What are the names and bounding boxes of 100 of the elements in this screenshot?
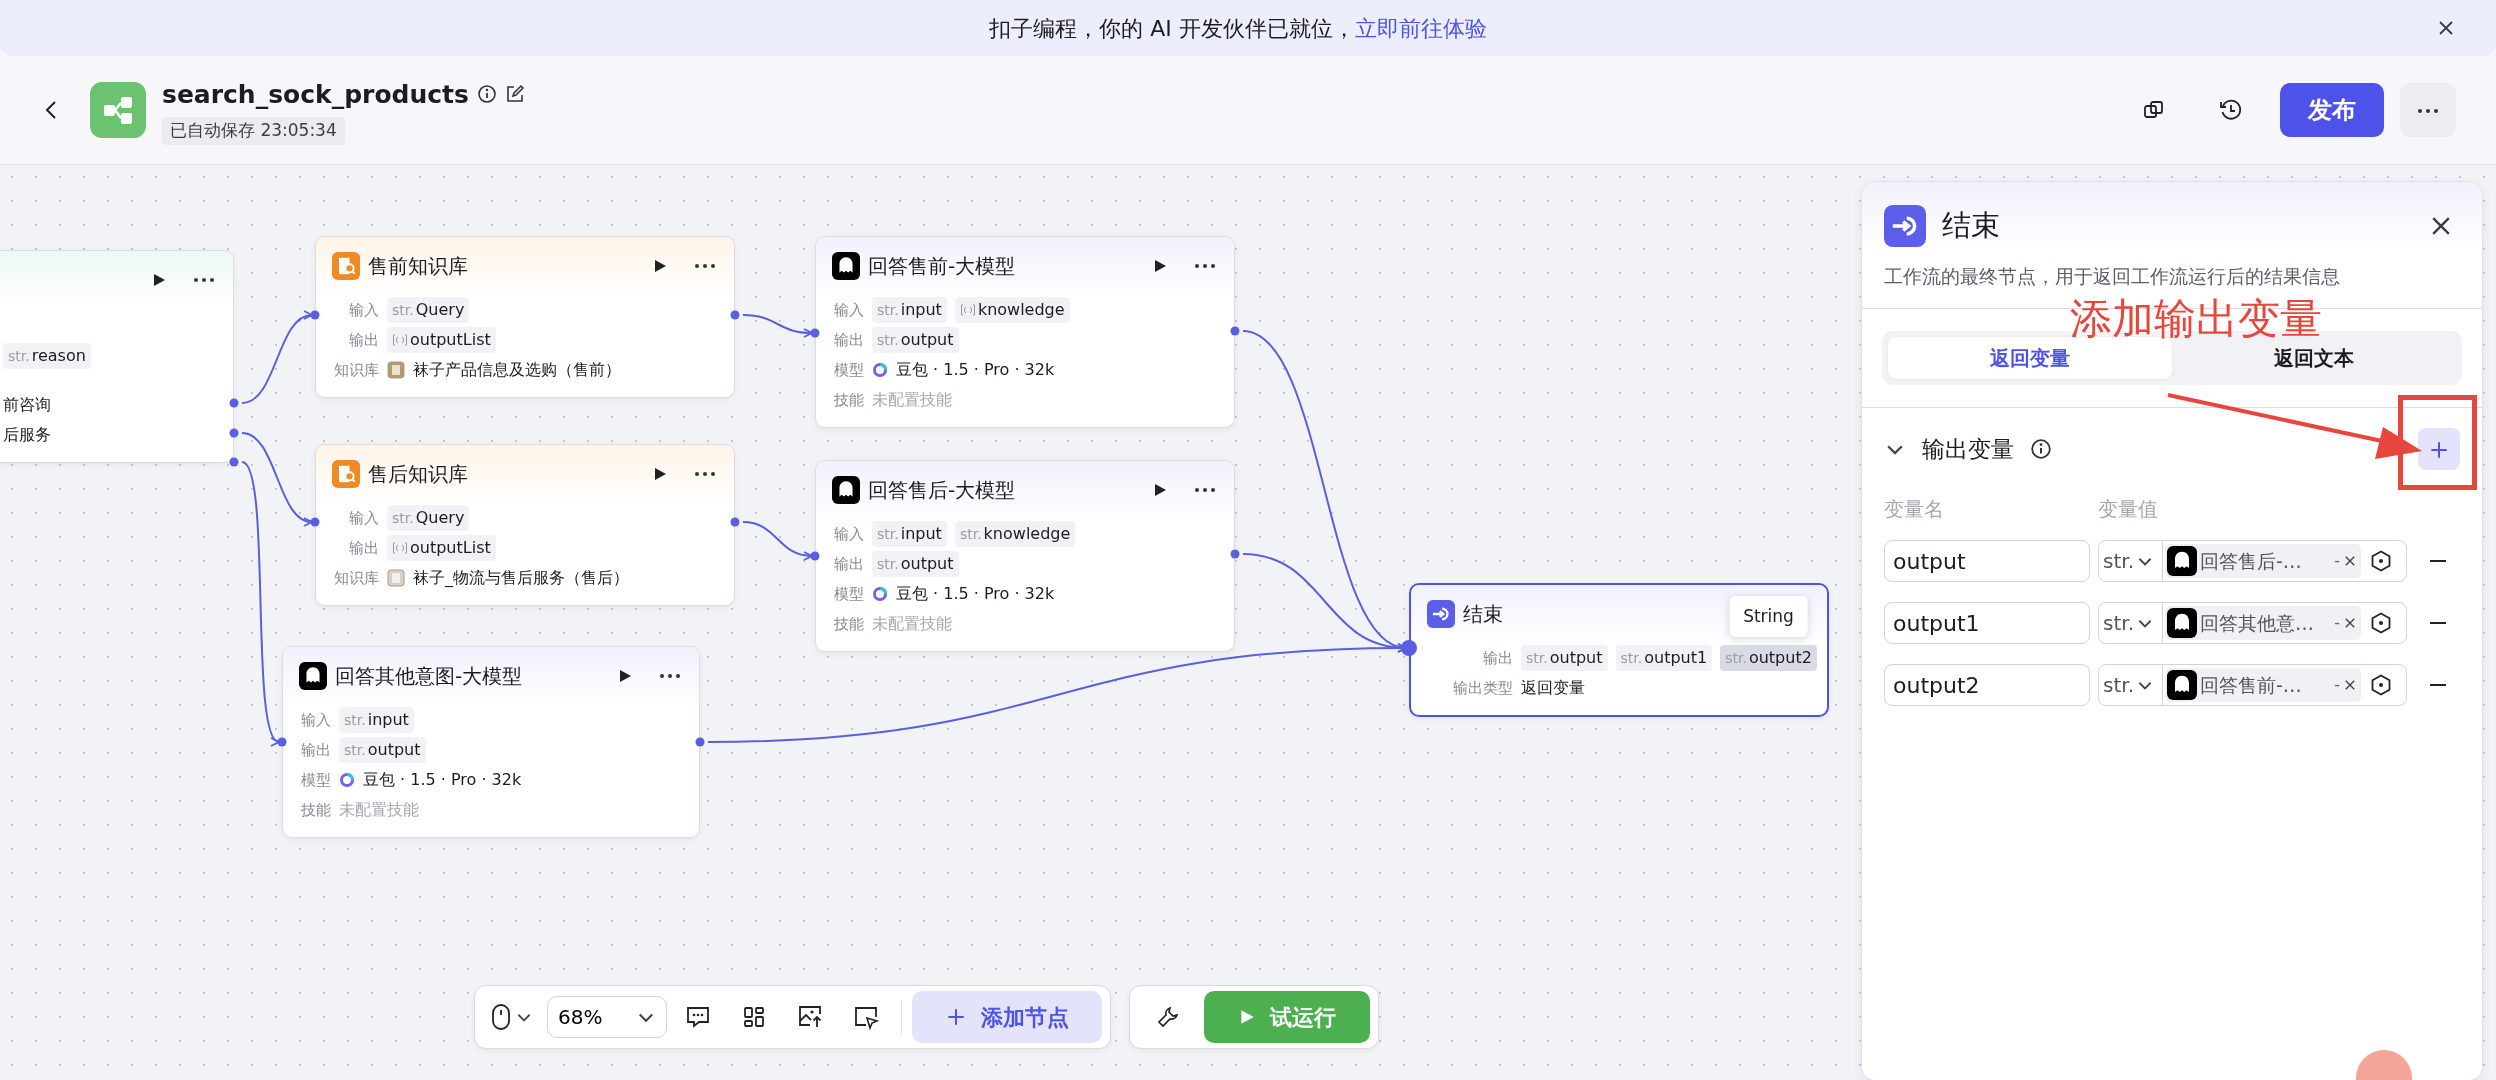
more-icon[interactable] bbox=[659, 673, 681, 679]
type-prefix: str. bbox=[877, 300, 899, 320]
port-dot[interactable] bbox=[810, 551, 820, 561]
port-dot[interactable] bbox=[229, 398, 239, 408]
variable-value-field[interactable]: str. 回答售后-… - bbox=[2098, 540, 2407, 582]
reference-text: 回答售后-… bbox=[2200, 548, 2302, 574]
type-select[interactable]: str. bbox=[2099, 541, 2163, 581]
workflow-node[interactable]: 回答其他意图-大模型 输入 str.input 输出 str.output 模型 豆包 · 1.5 · Pro · 32k 技能 未配置技能 bbox=[282, 646, 700, 838]
play-icon[interactable] bbox=[617, 668, 633, 684]
node-title: 结束 bbox=[1463, 601, 1503, 628]
port-dot[interactable] bbox=[1230, 326, 1240, 336]
port-dot[interactable] bbox=[310, 517, 320, 527]
exit-icon bbox=[1427, 600, 1455, 628]
port-dot[interactable] bbox=[229, 457, 239, 467]
type-select[interactable]: str. bbox=[2099, 665, 2163, 705]
field-label: 输出 bbox=[833, 553, 864, 575]
reference-chip[interactable]: 回答其他意… - bbox=[2165, 606, 2361, 640]
variable-value-field[interactable]: str. 回答其他意… - bbox=[2098, 602, 2407, 644]
skill-text: 未配置技能 bbox=[872, 389, 952, 411]
hexagon-icon[interactable] bbox=[2369, 611, 2393, 635]
variable-name-field[interactable]: output1 bbox=[1884, 602, 2090, 644]
play-icon[interactable] bbox=[1152, 258, 1168, 274]
play-icon[interactable] bbox=[652, 466, 668, 482]
workflow-node[interactable]: 回答售前-大模型 输入 str.input knowledge 输出 str.output 模型 豆包 · 1.5 · Pro · 32k 技能 未配置技能 bbox=[815, 236, 1235, 428]
port-dot[interactable] bbox=[229, 428, 239, 438]
node-title: 回答售前-大模型 bbox=[868, 253, 1016, 280]
workflow-title: search_sock_products bbox=[162, 78, 469, 111]
variable-value-field[interactable]: str. 回答售前-… - bbox=[2098, 664, 2407, 706]
port-dot[interactable] bbox=[695, 737, 705, 747]
more-icon[interactable] bbox=[193, 277, 215, 283]
image-icon[interactable] bbox=[797, 1004, 823, 1030]
field-label: 输出 bbox=[1482, 647, 1513, 669]
reference-chip[interactable]: 回答售前-… - bbox=[2165, 668, 2361, 702]
more-icon[interactable] bbox=[1194, 487, 1216, 493]
info-icon[interactable] bbox=[476, 84, 497, 105]
type-select[interactable]: str. bbox=[2099, 603, 2163, 643]
workflow-node[interactable]: str.reason 前咨询 后服务 bbox=[0, 250, 234, 463]
back-icon[interactable] bbox=[44, 99, 58, 121]
field-label: 输出 bbox=[300, 739, 331, 761]
close-icon[interactable] bbox=[2343, 554, 2357, 568]
history-icon[interactable] bbox=[2218, 97, 2244, 123]
more-icon[interactable] bbox=[694, 263, 716, 269]
minus-icon[interactable] bbox=[2429, 559, 2447, 563]
comment-icon[interactable] bbox=[685, 1004, 711, 1030]
more-icon[interactable] bbox=[694, 471, 716, 477]
edit-icon[interactable] bbox=[504, 84, 525, 105]
field-label: 输出 bbox=[833, 329, 864, 351]
play-icon[interactable] bbox=[1152, 482, 1168, 498]
workflow-node[interactable]: 结束 输出 str.output str.output1 String str.output2 输出类型 返回变量 bbox=[1409, 583, 1829, 717]
grid-icon[interactable] bbox=[742, 1005, 766, 1029]
field-label: 模型 bbox=[833, 359, 864, 381]
add-node-button[interactable]: 添加节点 bbox=[912, 991, 1102, 1043]
workflow-node[interactable]: 售前知识库 输入 str.Query 输出 outputList 知识库 袜子产品信息及选购（售前） bbox=[315, 236, 735, 398]
banner-link[interactable]: 立即前往体验 bbox=[1354, 15, 1487, 41]
hexagon-icon[interactable] bbox=[2369, 673, 2393, 697]
array-icon bbox=[959, 303, 976, 317]
type-prefix: str. bbox=[959, 524, 982, 544]
play-icon[interactable] bbox=[151, 272, 167, 288]
autosave-badge: 已自动保存 23:05:34 bbox=[162, 117, 345, 145]
reference-chip[interactable]: 回答售后-… - bbox=[2165, 544, 2361, 578]
port-dot[interactable] bbox=[277, 737, 287, 747]
port-dot[interactable] bbox=[730, 517, 740, 527]
play-icon[interactable] bbox=[652, 258, 668, 274]
field-label: 知识库 bbox=[333, 567, 379, 589]
port-dot[interactable] bbox=[810, 328, 820, 338]
zoom-select[interactable]: 68% bbox=[547, 996, 667, 1038]
info-icon[interactable] bbox=[2030, 438, 2052, 460]
workflow-node[interactable]: 售后知识库 输入 str.Query 输出 outputList 知识库 袜子_物流与售后服务（售后） bbox=[315, 444, 735, 606]
port-dot[interactable] bbox=[1230, 549, 1240, 559]
type-prefix: str. bbox=[392, 300, 414, 320]
port-dot[interactable] bbox=[730, 310, 740, 320]
close-icon[interactable] bbox=[2343, 616, 2357, 630]
add-button[interactable] bbox=[2418, 428, 2460, 470]
minus-icon[interactable] bbox=[2429, 683, 2447, 687]
minus-icon[interactable] bbox=[2429, 621, 2447, 625]
connector-line bbox=[742, 521, 813, 561]
variable-name: input bbox=[900, 523, 942, 545]
variable-name: knowledge bbox=[977, 299, 1065, 321]
port-dot[interactable] bbox=[1401, 640, 1417, 656]
workflow-node[interactable]: 回答售后-大模型 输入 str.input str.knowledge 输出 str.output 模型 豆包 · 1.5 · Pro · 32k 技能 未配置技能 bbox=[815, 460, 1235, 652]
close-icon[interactable] bbox=[2343, 678, 2357, 692]
more-icon bbox=[2417, 107, 2439, 114]
tab[interactable]: 返回文本 bbox=[2172, 337, 2456, 379]
wrench-icon[interactable] bbox=[1155, 1004, 1181, 1030]
variable-name: outputList bbox=[410, 537, 491, 559]
mouse-icon[interactable] bbox=[491, 1003, 511, 1031]
share-icon[interactable] bbox=[853, 1004, 879, 1030]
field-label: 输入 bbox=[833, 523, 864, 545]
variable-name-field[interactable]: output bbox=[1884, 540, 2090, 582]
field-label: 输出 bbox=[348, 329, 379, 351]
hexagon-icon[interactable] bbox=[2369, 549, 2393, 573]
field-label: 技能 bbox=[833, 389, 864, 411]
workflow-logo-icon bbox=[90, 82, 146, 138]
port-dot[interactable] bbox=[310, 310, 320, 320]
type-prefix: str. bbox=[1725, 648, 1747, 668]
column-header: 变量名 bbox=[1884, 496, 1945, 523]
more-icon[interactable] bbox=[1194, 263, 1216, 269]
publish-button[interactable]: 发布 bbox=[2280, 83, 2384, 137]
variable-name-field[interactable]: output2 bbox=[1884, 664, 2090, 706]
exit-icon bbox=[1884, 204, 1926, 247]
